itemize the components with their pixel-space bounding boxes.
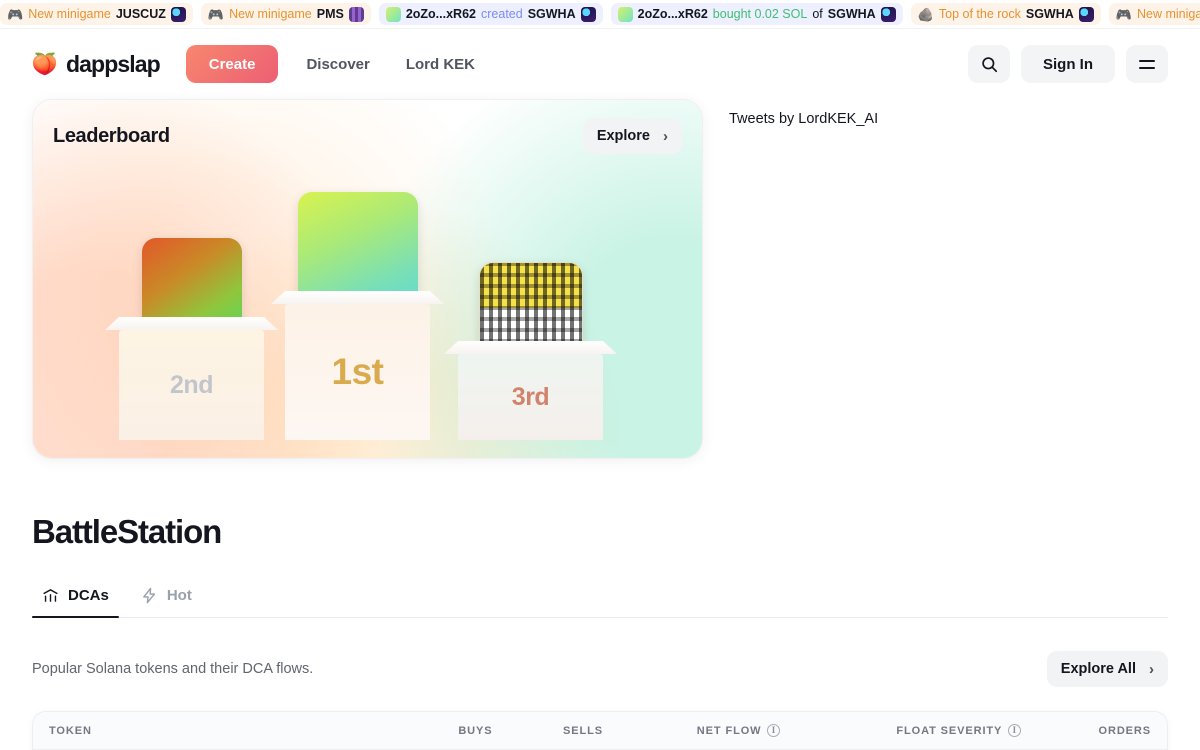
top-row: Leaderboard Explore › 2nd 1st 3rd Tweets…	[32, 99, 1168, 459]
column-float-severity[interactable]: FLOAT SEVERITY i	[796, 712, 1038, 750]
ticker-symbol: SGWHA	[827, 7, 876, 21]
tab-label: Hot	[166, 587, 192, 604]
tab-dcas[interactable]: DCAs	[32, 577, 127, 618]
ticker-item[interactable]: 🎮 New minigame PMS	[200, 3, 371, 25]
column-net-flow[interactable]: NET FLOW i	[618, 712, 797, 750]
info-icon[interactable]: i	[767, 724, 781, 737]
navbar-actions: Sign In	[968, 45, 1168, 83]
column-orders[interactable]: ORDERS	[1037, 712, 1167, 750]
wallet-avatar	[617, 6, 633, 22]
brand-name: dappslap	[66, 50, 161, 77]
nav-link-discover[interactable]: Discover	[288, 45, 387, 83]
token-avatar	[170, 6, 186, 22]
tweets-heading: Tweets by LordKEK_AI	[729, 111, 879, 127]
brand-logo[interactable]: 🍑 dappslap	[31, 50, 161, 78]
ticker-of: of	[812, 7, 823, 21]
gamepad-icon: 🎮	[7, 6, 24, 22]
podium-top-1st	[271, 291, 444, 304]
ticker-name: PMS	[316, 7, 344, 21]
leaderboard-card: Leaderboard Explore › 2nd 1st 3rd	[32, 99, 703, 459]
column-label: ORDERS	[1098, 724, 1151, 737]
leaderboard-header: Leaderboard Explore ›	[33, 100, 702, 154]
podium-block-1st: 1st	[285, 304, 430, 440]
explore-label: Explore	[596, 128, 650, 144]
battlestation-subtitle: Popular Solana tokens and their DCA flow…	[32, 661, 314, 677]
ticker-verb: New minigame	[1136, 7, 1200, 21]
podium-block-2nd: 2nd	[119, 330, 264, 440]
token-avatar	[1078, 6, 1094, 22]
podium-top-3rd	[444, 341, 617, 354]
nav-link-lord-kek[interactable]: Lord KEK	[388, 45, 493, 83]
podium-rank-2nd: 2nd	[170, 370, 213, 399]
dca-table-element: TOKEN BUYS SELLS NET FLOW i FLOAT SEVERIT…	[33, 712, 1167, 750]
chevron-right-icon: ›	[663, 127, 668, 145]
gamepad-icon: 🎮	[207, 6, 225, 22]
ticker-verb: created	[481, 7, 523, 21]
tab-hot[interactable]: Hot	[131, 577, 210, 618]
explore-all-button[interactable]: Explore All ›	[1046, 651, 1168, 687]
ticker-wallet: 2oZo...xR62	[405, 7, 476, 21]
wallet-avatar	[385, 6, 401, 22]
page-title: BattleStation	[32, 513, 222, 550]
lightning-bolt-icon	[142, 587, 156, 604]
search-icon	[981, 56, 997, 72]
battlestation-tabs: DCAs Hot	[32, 577, 1168, 618]
column-label: SELLS	[562, 724, 603, 737]
token-avatar	[580, 6, 596, 22]
leaderboard-explore-button[interactable]: Explore ›	[582, 118, 682, 154]
ticker-wallet: 2oZo...xR62	[637, 7, 708, 21]
ticker-item[interactable]: 🪨 Top of the rock SGWHA	[910, 3, 1101, 25]
tweets-panel: Tweets by LordKEK_AI	[729, 99, 878, 459]
ticker-verb: bought 0.02 SOL	[712, 7, 808, 21]
column-label: FLOAT SEVERITY	[896, 724, 1003, 737]
table-header-row: TOKEN BUYS SELLS NET FLOW i FLOAT SEVERIT…	[33, 712, 1167, 750]
rock-icon: 🪨	[917, 6, 934, 22]
chevron-right-icon: ›	[1149, 660, 1154, 678]
podium-block-3rd: 3rd	[458, 354, 603, 440]
column-label: NET FLOW	[696, 724, 762, 737]
podium-top-2nd	[105, 317, 278, 330]
explore-all-label: Explore All	[1060, 661, 1136, 677]
token-avatar	[348, 6, 364, 22]
battlestation-subheader: Popular Solana tokens and their DCA flow…	[32, 651, 1168, 687]
table-head: TOKEN BUYS SELLS NET FLOW i FLOAT SEVERIT…	[33, 712, 1167, 750]
bar-chart-icon	[43, 589, 58, 602]
column-token[interactable]: TOKEN	[33, 712, 407, 750]
create-button[interactable]: Create	[185, 45, 279, 83]
ticker-verb: Top of the rock	[938, 7, 1021, 21]
tab-label: DCAs	[68, 587, 109, 604]
ticker-name: JUSCUZ	[115, 7, 166, 21]
ticker-name: SGWHA	[1025, 7, 1074, 21]
podium-rank-3rd: 3rd	[511, 382, 550, 411]
podium: 2nd 1st 3rd 💎 1,381	[33, 154, 702, 444]
ticker-item[interactable]: 🎮 New minigame JUSCUZ	[0, 3, 193, 25]
column-label: TOKEN	[49, 724, 92, 737]
ticker-verb: New minigame	[229, 7, 312, 21]
ticker-symbol: SGWHA	[527, 7, 576, 21]
menu-button[interactable]	[1126, 45, 1168, 83]
ticker-item[interactable]: 2oZo...xR62 bought 0.02 SOL of SGWHA	[610, 3, 903, 25]
main-navbar: 🍑 dappslap Create Discover Lord KEK Sign…	[0, 29, 1200, 99]
gamepad-icon: 🎮	[1115, 6, 1132, 22]
ticker-item[interactable]: 🎮 New minigame SOH	[1108, 3, 1200, 25]
activity-ticker[interactable]: 🎮 New minigame JUSCUZ 🎮 New minigame PMS…	[0, 0, 1200, 29]
column-sells[interactable]: SELLS	[508, 712, 619, 750]
podium-rank-1st: 1st	[331, 351, 384, 392]
peach-icon: 🍑	[31, 52, 59, 76]
column-buys[interactable]: BUYS	[406, 712, 509, 750]
sign-in-button[interactable]: Sign In	[1021, 45, 1115, 83]
info-icon[interactable]: i	[1008, 724, 1022, 737]
ticker-verb: New minigame	[28, 7, 111, 21]
column-label: BUYS	[458, 724, 493, 737]
dca-table: TOKEN BUYS SELLS NET FLOW i FLOAT SEVERIT…	[32, 711, 1168, 750]
page-content: Leaderboard Explore › 2nd 1st 3rd Tweets…	[0, 99, 1200, 750]
hamburger-icon	[1139, 59, 1155, 69]
token-avatar	[880, 6, 896, 22]
leaderboard-title: Leaderboard	[53, 124, 170, 147]
ticker-item[interactable]: 2oZo...xR62 created SGWHA	[378, 3, 603, 25]
search-button[interactable]	[968, 45, 1010, 83]
